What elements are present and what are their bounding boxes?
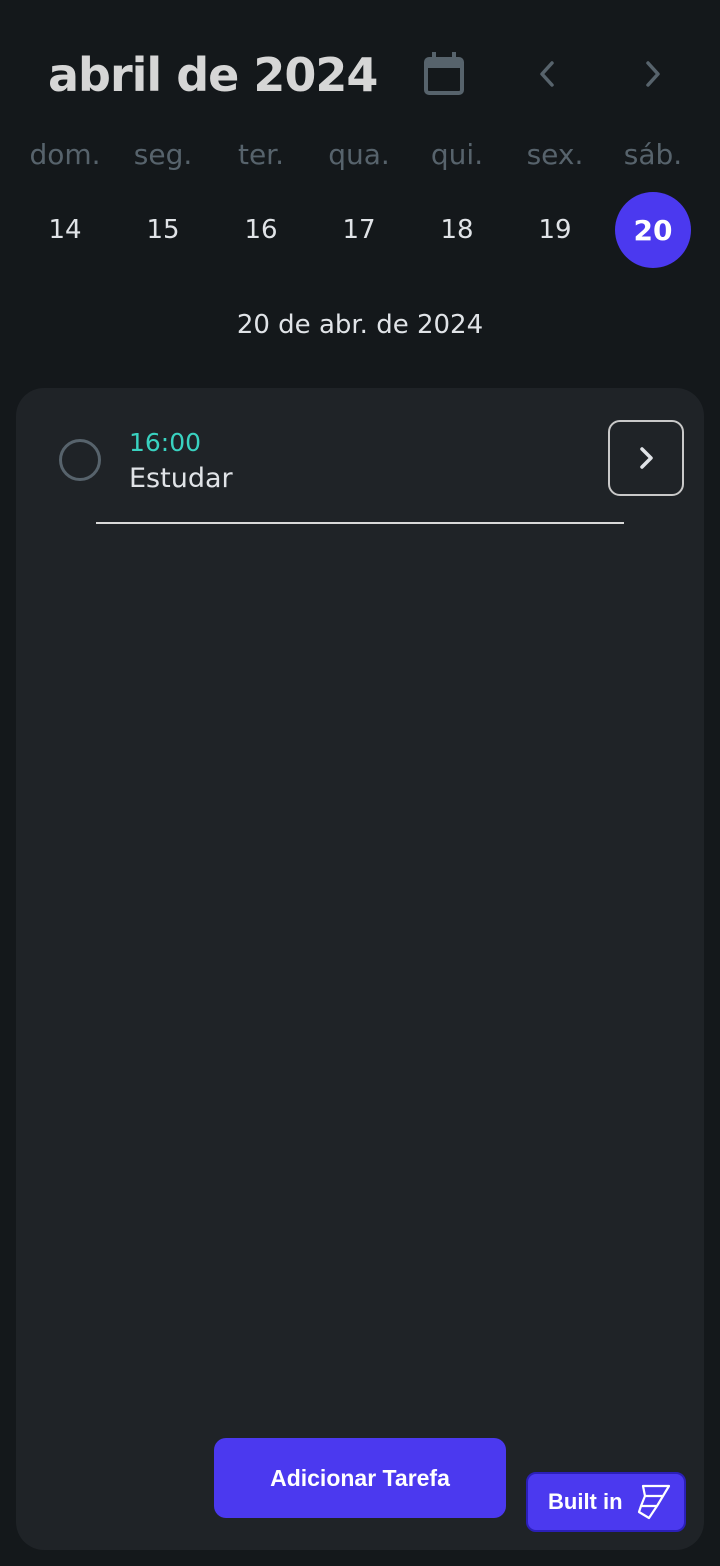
calendar-icon: [424, 52, 464, 95]
calendar-header: abril de 2024: [0, 0, 720, 150]
task-divider: [96, 522, 624, 524]
day-cell-selected[interactable]: 20: [615, 192, 691, 268]
built-in-label: Built in: [548, 1489, 623, 1514]
task-open-button[interactable]: [608, 420, 684, 496]
task-title: Estudar: [129, 463, 233, 494]
task-list-panel: 16:00 Estudar: [16, 388, 704, 1550]
day-cell[interactable]: 17: [321, 192, 397, 268]
chevron-right-icon: [640, 447, 653, 469]
day-cell[interactable]: 19: [517, 192, 593, 268]
task-time: 16:00: [129, 428, 202, 457]
calendar-button[interactable]: [420, 50, 468, 98]
day-cell[interactable]: 14: [27, 192, 103, 268]
weekday-label: dom.: [29, 138, 101, 171]
month-title: abril de 2024: [48, 48, 378, 102]
weekday-label: seg.: [133, 138, 193, 171]
previous-week-button[interactable]: [524, 50, 572, 98]
task-complete-checkbox[interactable]: [59, 439, 101, 481]
day-cell[interactable]: 15: [125, 192, 201, 268]
chevron-left-icon: [540, 61, 554, 87]
chevron-right-icon: [646, 61, 660, 87]
selected-date-label: 20 de abr. de 2024: [236, 310, 484, 340]
day-row: 14 15 16 17 18 19 20: [0, 192, 720, 268]
weekday-label: qua.: [328, 138, 390, 171]
weekday-label: sáb.: [623, 138, 683, 171]
weekday-label: qui.: [430, 138, 484, 171]
weekday-label: sex.: [526, 138, 584, 171]
built-in-badge[interactable]: Built in: [526, 1472, 686, 1532]
day-cell[interactable]: 16: [223, 192, 299, 268]
add-task-button[interactable]: Adicionar Tarefa: [214, 1438, 506, 1518]
flutterflow-logo-icon: [637, 1484, 670, 1520]
task-item: 16:00 Estudar: [16, 388, 704, 528]
weekday-label: ter.: [237, 138, 285, 171]
next-week-button[interactable]: [628, 50, 676, 98]
day-cell[interactable]: 18: [419, 192, 495, 268]
weekday-row: dom. seg. ter. qua. qui. sex. sáb.: [0, 138, 720, 178]
